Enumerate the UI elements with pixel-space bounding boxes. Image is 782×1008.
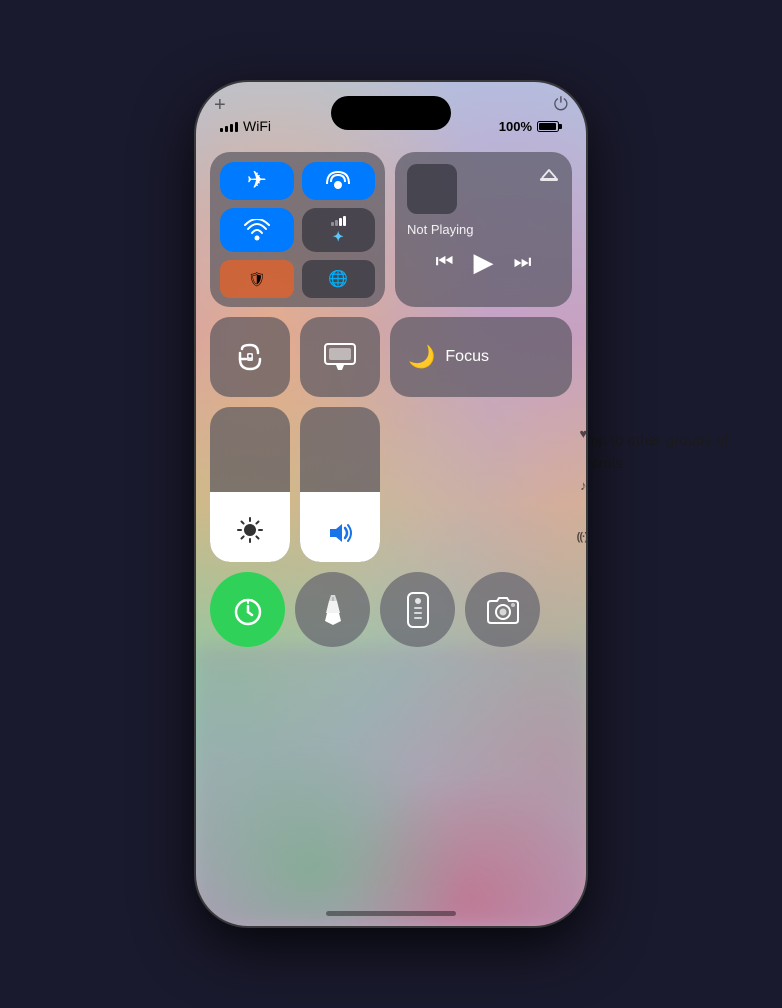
network-top-grid: ✈: [220, 162, 375, 252]
torch-button[interactable]: [295, 572, 370, 647]
network-group-tile[interactable]: ✈: [210, 152, 385, 307]
media-tile[interactable]: Not Playing ⏮ ▶ ⏭: [395, 152, 572, 307]
rotation-lock-icon: [234, 341, 266, 373]
wifi-button[interactable]: [220, 208, 294, 253]
cellular-bars: [331, 214, 346, 226]
wifi-side-indicator: ((·)): [577, 531, 586, 543]
remote-button[interactable]: [380, 572, 455, 647]
airplane-mode-button[interactable]: ✈: [220, 162, 294, 200]
airdrop-button[interactable]: [302, 162, 376, 200]
battery-fill: [539, 123, 556, 130]
forward-button[interactable]: ⏭: [514, 251, 532, 274]
bottom-row: [210, 572, 572, 647]
heart-side-icon: ♥: [579, 426, 586, 441]
row-1: ✈: [210, 152, 572, 307]
rewind-button[interactable]: ⏮: [436, 251, 454, 274]
signal-bar-4: [235, 122, 238, 132]
volume-icon: [326, 521, 354, 545]
media-header: [407, 164, 560, 214]
camera-button[interactable]: [465, 572, 540, 647]
vpn-icon: 🛡: [248, 271, 266, 288]
airplay-icon: [538, 164, 560, 186]
side-indicators: ♥ ♪ ((·)): [577, 407, 586, 562]
airplane-icon: ✈: [247, 166, 267, 195]
battery-body: [537, 121, 559, 132]
phone-frame: + ⏻ WiFi 100%: [196, 82, 586, 926]
album-art: [407, 164, 457, 214]
airplay-button[interactable]: [538, 164, 560, 191]
media-controls: ⏮ ▶ ⏭: [407, 247, 560, 278]
status-right: 100%: [499, 119, 562, 134]
brightness-icon: [237, 517, 263, 543]
plus-button[interactable]: +: [214, 94, 226, 117]
brightness-slider-tile[interactable]: [210, 407, 290, 562]
camera-icon: [485, 595, 521, 625]
rotation-lock-tile[interactable]: [210, 317, 290, 397]
volume-icon-wrap: [326, 521, 354, 550]
timer-button[interactable]: [210, 572, 285, 647]
cellular-area: ✦: [302, 208, 376, 253]
home-indicator: [326, 911, 456, 916]
volume-slider-tile[interactable]: [300, 407, 380, 562]
status-left: WiFi: [220, 118, 271, 134]
screen-mirror-icon: [324, 343, 356, 371]
torch-icon: [319, 593, 347, 627]
not-playing-label: Not Playing: [407, 222, 560, 237]
music-side-icon: ♪: [580, 478, 586, 493]
sliders-row: ♥ ♪ ((·)): [210, 407, 572, 562]
network-bottom-row: 🛡 🌐: [220, 260, 375, 298]
focus-icon: 🌙: [408, 344, 435, 370]
dynamic-island: [331, 96, 451, 130]
signal-bar-2: [225, 126, 228, 132]
bluetooth-icon: ✦: [333, 229, 344, 245]
globe-icon: 🌐: [328, 269, 348, 289]
annotation-text: Jump to other groups of controls.: [570, 430, 750, 475]
brightness-icon-wrap: [237, 517, 263, 548]
signal-bars: [220, 120, 238, 132]
power-button[interactable]: ⏻: [554, 94, 568, 115]
signal-bar-3: [230, 124, 233, 132]
phone-bg-bottom: [196, 646, 586, 926]
focus-label: Focus: [445, 348, 489, 366]
control-center: ✈: [210, 152, 572, 647]
battery-tip: [559, 124, 562, 129]
wifi-status-icon: WiFi: [243, 118, 271, 134]
timer-icon: [231, 593, 265, 627]
wifi-icon: [244, 219, 270, 241]
focus-tile[interactable]: 🌙 Focus: [390, 317, 572, 397]
vpn-button[interactable]: 🛡: [220, 260, 294, 298]
globe-button[interactable]: 🌐: [302, 260, 376, 298]
airdrop-icon: [325, 168, 351, 194]
signal-bar-1: [220, 128, 223, 132]
remote-icon: [405, 592, 431, 628]
battery-percent: 100%: [499, 119, 532, 134]
row-2: 🌙 Focus: [210, 317, 572, 397]
battery-icon: [537, 121, 562, 132]
screen-mirror-tile[interactable]: [300, 317, 380, 397]
play-button[interactable]: ▶: [474, 247, 494, 278]
